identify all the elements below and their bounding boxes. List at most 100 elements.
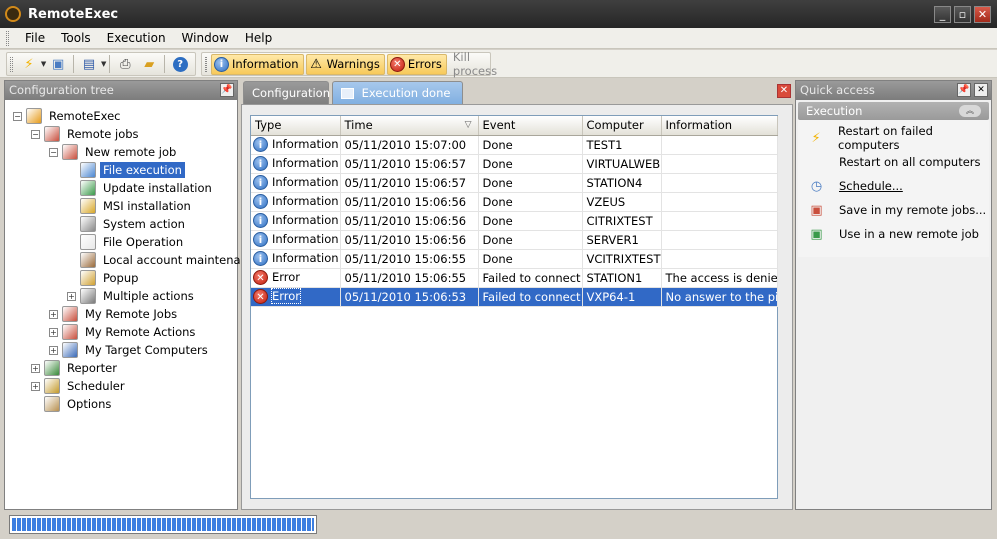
expand-icon[interactable]: + xyxy=(49,327,58,337)
blank-icon xyxy=(808,154,825,171)
pin-icon[interactable]: 📌 xyxy=(220,83,234,97)
column-header-computer[interactable]: Computer xyxy=(582,116,662,136)
menu-file[interactable]: File xyxy=(17,31,53,45)
cell-time: 05/11/2010 15:06:56 xyxy=(340,192,479,212)
tree-item[interactable]: − New remote job xyxy=(49,143,179,161)
pin-icon[interactable]: 📌 xyxy=(957,83,971,97)
expand-icon[interactable]: + xyxy=(49,345,58,355)
quick-access-item[interactable]: ▣ Save in my remote jobs... xyxy=(808,200,986,220)
collapse-icon[interactable]: − xyxy=(49,147,58,157)
chevron-down-icon[interactable]: ▼ xyxy=(101,60,106,68)
tree-item[interactable]: + My Remote Jobs xyxy=(49,305,180,323)
column-header-information[interactable]: Information xyxy=(661,116,778,136)
tree-node-icon xyxy=(62,144,78,160)
tree-item[interactable]: − RemoteExec xyxy=(13,107,124,125)
quick-access-item[interactable]: Restart on all computers xyxy=(808,152,981,172)
menu-window[interactable]: Window xyxy=(174,31,237,45)
tree-node-icon xyxy=(80,252,96,268)
cell-computer: CITRIXTEST xyxy=(582,211,662,231)
tree-item-label: Options xyxy=(67,397,112,411)
table-row[interactable]: ✕ Error 05/11/2010 15:06:53 Failed to conne… xyxy=(251,287,778,307)
table-row[interactable]: i Information 05/11/2010 15:06:55 Done VCITR… xyxy=(251,249,778,269)
tree-item[interactable]: Update installation xyxy=(67,179,215,197)
cell-computer: VCITRIXTEST xyxy=(582,249,662,269)
warnings-filter-button[interactable]: ⚠ Warnings xyxy=(305,53,385,75)
configuration-tree-header: Configuration tree 📌 xyxy=(5,81,237,100)
progress-fill xyxy=(12,518,314,531)
expand-icon[interactable]: + xyxy=(49,309,58,319)
maximize-button[interactable]: ▫ xyxy=(954,6,971,23)
table-row[interactable]: i Information 05/11/2010 15:06:57 Done STATI… xyxy=(251,173,778,193)
kill-process-button[interactable]: Kill process xyxy=(449,50,501,78)
tree-item-label: My Target Computers xyxy=(85,343,208,357)
lightning-icon[interactable]: ⚡ xyxy=(19,54,39,74)
tree-item[interactable]: File execution xyxy=(67,161,185,179)
cell-time: 05/11/2010 15:06:53 xyxy=(340,287,479,307)
tree-item[interactable]: + Scheduler xyxy=(31,377,128,395)
print-icon[interactable]: ⎙ xyxy=(115,54,135,74)
tree-item[interactable]: System action xyxy=(67,215,188,233)
table-row[interactable]: ✕ Error 05/11/2010 15:06:55 Failed to conne… xyxy=(251,268,778,288)
error-icon: ✕ xyxy=(253,289,268,304)
tree-item[interactable]: MSI installation xyxy=(67,197,194,215)
row-type-label: Error xyxy=(270,288,302,304)
expand-icon[interactable]: + xyxy=(31,363,40,373)
quick-access-item[interactable]: ⚡ Restart on failed computers xyxy=(808,124,989,152)
errors-filter-button[interactable]: ✕ Errors xyxy=(386,53,447,75)
cell-time: 05/11/2010 15:07:00 xyxy=(340,135,479,155)
tree-node-icon xyxy=(44,378,60,394)
expand-icon[interactable]: + xyxy=(31,381,40,391)
table-row[interactable]: i Information 05/11/2010 15:06:56 Done SERVE… xyxy=(251,230,778,250)
help-icon[interactable]: ? xyxy=(170,54,190,74)
tab-configuration[interactable]: Configuration xyxy=(243,81,330,105)
information-filter-button[interactable]: i Information xyxy=(211,53,304,75)
cell-time: 05/11/2010 15:06:56 xyxy=(340,230,479,250)
menu-execution[interactable]: Execution xyxy=(99,31,174,45)
tree-item[interactable]: − Remote jobs xyxy=(31,125,142,143)
tree-node-icon xyxy=(80,198,96,214)
toolbar-grip xyxy=(205,56,207,72)
close-document-icon[interactable]: ✕ xyxy=(777,84,791,98)
collapse-chevron-icon[interactable]: ︽ xyxy=(959,105,981,117)
info-icon: i xyxy=(253,137,268,152)
tree-item[interactable]: + Multiple actions xyxy=(67,287,197,305)
cell-type: i Information xyxy=(251,249,341,269)
tree-item[interactable]: + My Remote Actions xyxy=(49,323,198,341)
new-icon[interactable]: ▣ xyxy=(48,54,68,74)
menu-tools[interactable]: Tools xyxy=(53,31,99,45)
row-type-label: Error xyxy=(272,270,301,284)
close-button[interactable]: ✕ xyxy=(974,6,991,23)
open-folder-icon[interactable]: ▰ xyxy=(139,54,159,74)
column-header-time[interactable]: Time ▽ xyxy=(340,116,479,136)
new-job-icon: ▣ xyxy=(810,226,823,242)
collapse-icon[interactable]: − xyxy=(13,111,22,121)
column-header-type[interactable]: Type xyxy=(251,116,341,136)
chevron-down-icon[interactable]: ▼ xyxy=(41,60,46,68)
minimize-button[interactable]: _ xyxy=(934,6,951,23)
quick-access-section-header[interactable]: Execution ︽ xyxy=(798,102,989,120)
collapse-icon[interactable]: − xyxy=(31,129,40,139)
info-icon: i xyxy=(253,251,268,266)
quick-access-item[interactable]: ▣ Use in a new remote job xyxy=(808,224,979,244)
menu-help[interactable]: Help xyxy=(237,31,280,45)
tree-item-label: Multiple actions xyxy=(103,289,194,303)
tree-item[interactable]: Local account maintenance xyxy=(67,251,264,269)
close-panel-icon[interactable]: ✕ xyxy=(974,83,988,97)
table-row[interactable]: i Information 05/11/2010 15:06:57 Done VIRTU… xyxy=(251,154,778,174)
quick-access-item[interactable]: ◷ Schedule... xyxy=(808,176,903,196)
save-icon[interactable]: ▤ xyxy=(79,54,99,74)
errors-filter-label: Errors xyxy=(407,57,442,71)
expand-icon[interactable]: + xyxy=(67,291,76,301)
table-row[interactable]: i Information 05/11/2010 15:06:56 Done CITRI… xyxy=(251,211,778,231)
tree-item[interactable]: + Reporter xyxy=(31,359,120,377)
column-header-event[interactable]: Event xyxy=(478,116,583,136)
row-type-label: Information xyxy=(272,156,339,170)
tree-item[interactable]: File Operation xyxy=(67,233,186,251)
tree-item[interactable]: + My Target Computers xyxy=(49,341,211,359)
table-row[interactable]: i Information 05/11/2010 15:07:00 Done TEST1 xyxy=(251,135,778,155)
tree-item-label: New remote job xyxy=(85,145,177,159)
table-row[interactable]: i Information 05/11/2010 15:06:56 Done VZEUS xyxy=(251,192,778,212)
tree-item[interactable]: Popup xyxy=(67,269,141,287)
tab-execution-done[interactable]: Execution done ✕ xyxy=(332,81,463,123)
tree-item[interactable]: Options xyxy=(31,395,114,413)
